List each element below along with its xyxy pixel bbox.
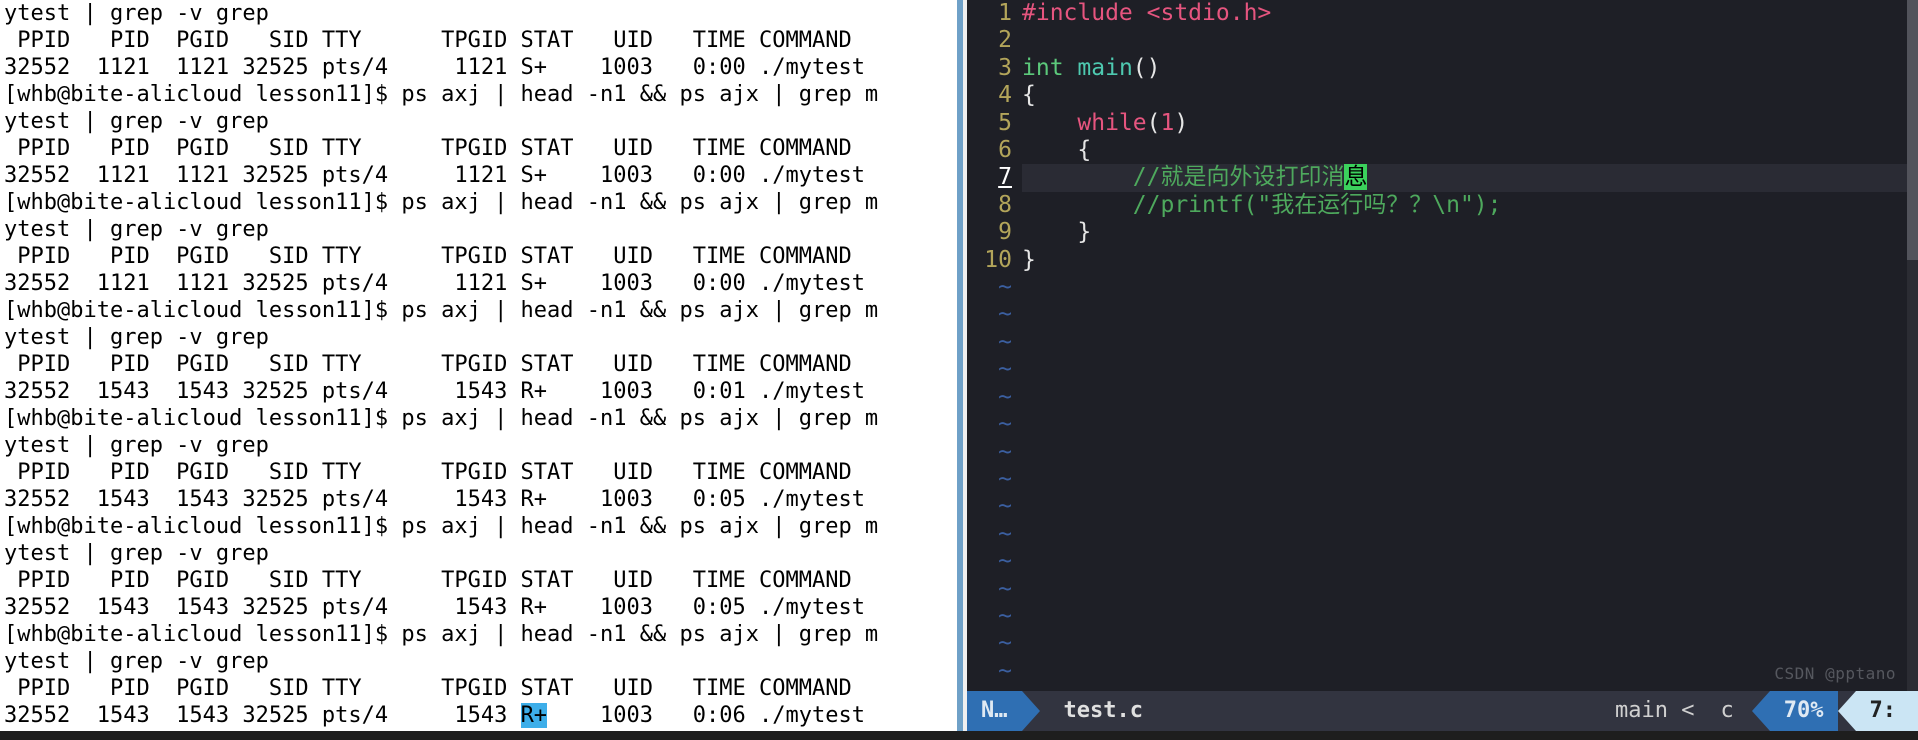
- code-line[interactable]: {: [1022, 82, 1918, 109]
- empty-line-tilde: ~: [967, 576, 1012, 603]
- line-number: 5: [967, 110, 1012, 137]
- line-number: 1: [967, 0, 1012, 27]
- status-position: 7:: [1856, 691, 1918, 731]
- empty-line-tilde: ~: [967, 439, 1012, 466]
- code-line-empty: [1022, 521, 1918, 548]
- empty-line-tilde: ~: [967, 301, 1012, 328]
- code-line[interactable]: #include <stdio.h>: [1022, 0, 1918, 27]
- editor-scrollbar[interactable]: [1907, 0, 1918, 691]
- code-line-empty: [1022, 411, 1918, 438]
- line-number: 8: [967, 192, 1012, 219]
- empty-line-tilde: ~: [967, 548, 1012, 575]
- chevron-left-icon: <: [1668, 697, 1695, 724]
- status-bar: N… test.c main < c 70% 7:: [967, 691, 1918, 731]
- code-line-empty: [1022, 603, 1918, 630]
- status-filetype: c: [1703, 691, 1752, 731]
- code-line-empty: [1022, 301, 1918, 328]
- empty-line-tilde: ~: [967, 411, 1012, 438]
- code-line-empty: [1022, 356, 1918, 383]
- code-line[interactable]: int main(): [1022, 55, 1918, 82]
- code-line[interactable]: //printf("我在运行吗？？\n");: [1022, 192, 1918, 219]
- code-line-empty: [1022, 493, 1918, 520]
- code-area[interactable]: #include <stdio.h> int main() { while(1)…: [1022, 0, 1918, 691]
- line-number: 6: [967, 137, 1012, 164]
- line-number: 9: [967, 219, 1012, 246]
- empty-line-tilde: ~: [967, 658, 1012, 685]
- empty-line-tilde: ~: [967, 493, 1012, 520]
- cursor-highlight: 息: [1344, 164, 1367, 190]
- code-line[interactable]: [1022, 27, 1918, 54]
- editor-scrollbar-thumb[interactable]: [1907, 0, 1918, 260]
- empty-line-tilde: ~: [967, 521, 1012, 548]
- code-line-empty: [1022, 630, 1918, 657]
- empty-line-tilde: ~: [967, 630, 1012, 657]
- mode-indicator: N…: [967, 691, 1022, 731]
- code-line[interactable]: {: [1022, 137, 1918, 164]
- watermark: CSDN @pptano: [1774, 660, 1896, 687]
- code-line-empty: [1022, 329, 1918, 356]
- code-line[interactable]: while(1): [1022, 110, 1918, 137]
- status-separator-icon: [1752, 691, 1770, 731]
- status-filename: test.c: [1050, 691, 1157, 731]
- code-line[interactable]: }: [1022, 219, 1918, 246]
- empty-line-tilde: ~: [967, 356, 1012, 383]
- empty-line-tilde: ~: [967, 274, 1012, 301]
- code-line-empty: [1022, 384, 1918, 411]
- empty-line-tilde: ~: [967, 603, 1012, 630]
- code-line-empty: [1022, 576, 1918, 603]
- line-number: 2: [967, 27, 1012, 54]
- code-line[interactable]: }: [1022, 247, 1918, 274]
- status-separator-icon: [1838, 691, 1856, 731]
- line-number: 10: [967, 247, 1012, 274]
- line-number: 4: [967, 82, 1012, 109]
- code-line-empty: [1022, 439, 1918, 466]
- line-number: 7: [967, 164, 1012, 191]
- empty-line-tilde: ~: [967, 329, 1012, 356]
- code-line[interactable]: //就是向外设打印消息: [1022, 164, 1918, 191]
- terminal-pane[interactable]: ytest | grep -v grep PPID PID PGID SID T…: [0, 0, 963, 731]
- line-number: 3: [967, 55, 1012, 82]
- empty-line-tilde: ~: [967, 466, 1012, 493]
- line-number-gutter: 12345678910~~~~~~~~~~~~~~~~~: [967, 0, 1022, 691]
- status-function-name: main: [1615, 697, 1668, 724]
- code-line-empty: [1022, 274, 1918, 301]
- editor-pane[interactable]: 12345678910~~~~~~~~~~~~~~~~~ #include <s…: [967, 0, 1918, 731]
- terminal-cursor: R+: [521, 703, 548, 728]
- code-line-empty: [1022, 466, 1918, 493]
- empty-line-tilde: ~: [967, 384, 1012, 411]
- status-percent: 70%: [1770, 691, 1838, 731]
- code-line-empty: [1022, 548, 1918, 575]
- status-function: main <: [1601, 691, 1702, 731]
